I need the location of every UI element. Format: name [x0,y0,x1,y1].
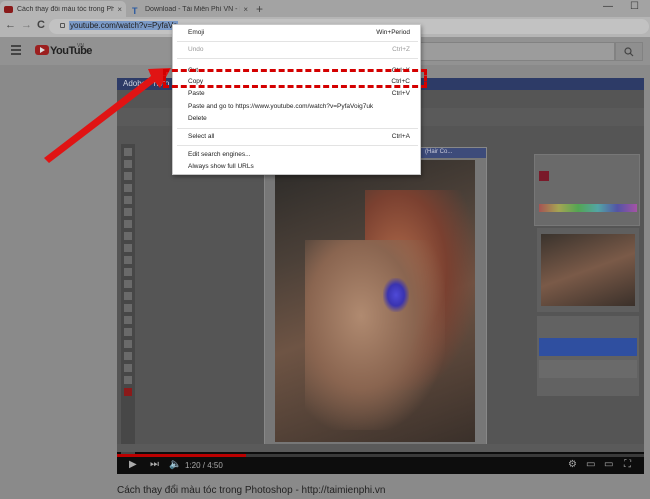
menu-item-emoji[interactable]: Emoji Win+Period [173,27,422,39]
menu-separator [177,58,418,59]
menu-item-edit-search-engines[interactable]: Edit search engines... [173,149,422,161]
menu-separator [177,128,418,129]
menu-item-delete[interactable]: Delete [173,113,422,125]
context-menu: Emoji Win+Period Undo Ctrl+Z Cut Ctrl+X … [172,24,421,175]
menu-separator [177,145,418,146]
copy-highlight-annotation [163,69,427,88]
menu-item-always-show-full-urls[interactable]: Always show full URLs [173,161,422,173]
menu-separator [177,41,418,42]
menu-item-select-all[interactable]: Select all Ctrl+A [173,131,422,143]
menu-item-undo[interactable]: Undo Ctrl+Z [173,44,422,56]
menu-item-paste-and-go[interactable]: Paste and go to https://www.youtube.com/… [173,101,422,113]
menu-item-paste[interactable]: Paste Ctrl+V [173,88,422,100]
